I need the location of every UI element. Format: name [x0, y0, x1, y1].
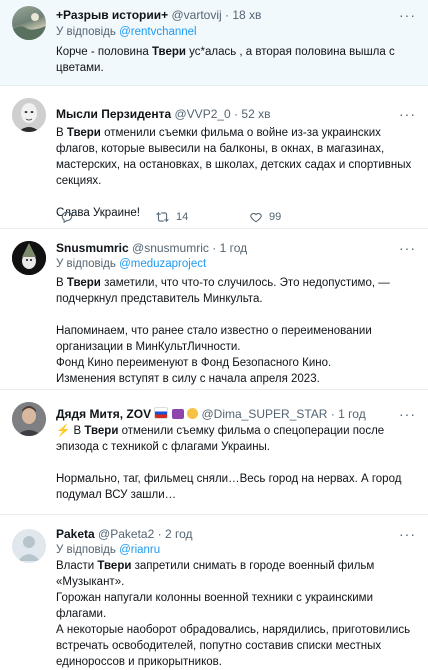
avatar[interactable]	[12, 6, 46, 40]
author-handle[interactable]: @vartovij	[171, 8, 221, 22]
author-handle[interactable]: @snusmumric	[132, 241, 209, 255]
timestamp[interactable]: 1 год	[220, 241, 248, 255]
reply-context: У відповідь @rianru	[56, 543, 160, 558]
reply-prefix: У відповідь	[56, 258, 116, 270]
reply-prefix: У відповідь	[56, 544, 116, 556]
default-avatar-icon	[12, 529, 46, 563]
reply-to-link[interactable]: @rianru	[119, 544, 160, 556]
timestamp[interactable]: 18 хв	[232, 8, 261, 22]
timestamp[interactable]: 2 год	[165, 527, 193, 541]
om-symbol-icon	[171, 409, 184, 419]
tweet-paragraph: Фонд Кино переименуют в Фонд Безопасного…	[56, 357, 332, 369]
tweet-paragraph: В Твери заметили, что что-то случилось. …	[56, 277, 390, 305]
tweet-text: В Твери отменили съемки фильма о войне и…	[56, 125, 418, 221]
author-name[interactable]: Snusmumric	[56, 241, 129, 255]
tweet-paragraph: Власти Твери запретили снимать в городе …	[56, 560, 375, 588]
avatar-image	[12, 13, 46, 40]
tweet-header: Snusmumric @snusmumric · 1 год	[56, 241, 248, 255]
avatar-image	[12, 98, 46, 132]
tweet-paragraph: В Твери отменили съемки фильма о войне и…	[56, 127, 412, 187]
avatar-image	[12, 402, 46, 436]
tweet-text: В Твери заметили, что что-то случилось. …	[56, 275, 418, 387]
tweet-text: Корче - половина Твери ус*алась , а втор…	[56, 44, 418, 76]
cat-face-icon	[187, 408, 199, 419]
more-horizontal-icon[interactable]: ···	[399, 8, 416, 22]
author-name[interactable]: Paketa	[56, 527, 95, 541]
tweet-paragraph: Корче - половина Твери ус*алась , а втор…	[56, 46, 395, 74]
author-name[interactable]: +Разрыв истории+	[56, 8, 168, 22]
author-handle[interactable]: @Paketa2	[98, 527, 154, 541]
author-handle[interactable]: @VVP2_0	[175, 107, 231, 121]
russian-flag-icon	[154, 407, 169, 419]
retweet-button[interactable]: 14	[155, 210, 188, 224]
avatar[interactable]	[12, 98, 46, 132]
reply-icon	[61, 211, 73, 224]
tweet-paragraph: Нормально, таг, фильмец сняли…Весь город…	[56, 473, 402, 501]
tweet-vartovij[interactable]: +Разрыв истории+ @vartovij · 18 хв ··· У…	[0, 0, 428, 85]
tweet-actions: 14 99	[56, 210, 356, 226]
tweet-paragraph: Изменения вступят в силу с начала апреля…	[56, 373, 320, 385]
reply-button[interactable]	[60, 210, 80, 224]
more-horizontal-icon[interactable]: ···	[399, 407, 416, 421]
more-horizontal-icon[interactable]: ···	[399, 241, 416, 255]
more-horizontal-icon[interactable]: ···	[399, 527, 416, 541]
tweet-paketa[interactable]: Paketa @Paketa2 · 2 год ··· У відповідь …	[0, 515, 428, 668]
retweet-icon	[155, 211, 170, 223]
reply-context: У відповідь @rentvchannel	[56, 25, 197, 40]
reply-prefix: У відповідь	[56, 26, 116, 38]
tweet-header: +Разрыв истории+ @vartovij · 18 хв	[56, 8, 262, 22]
tweet-text: ⚡ В Твери отменили съемку фильма о спецо…	[56, 423, 418, 503]
tweet-vvp2[interactable]: Мысли Перзидента @VVP2_0 · 52 хв ··· В Т…	[0, 86, 428, 228]
avatar[interactable]	[12, 529, 46, 563]
tweet-header: Мысли Перзидента @VVP2_0 · 52 хв	[56, 107, 271, 121]
author-handle[interactable]: @Dima_SUPER_STAR	[201, 407, 327, 421]
tweet-paragraph: ⚡ В Твери отменили съемку фильма о спецо…	[56, 425, 385, 453]
retweet-count: 14	[176, 211, 189, 223]
like-count: 99	[269, 211, 282, 223]
avatar[interactable]	[12, 402, 46, 436]
tweet-header: Paketa @Paketa2 · 2 год	[56, 527, 193, 541]
tweet-header: Дядя Митя, ZOV @Dima_SUPER_STAR · 1 год	[56, 407, 366, 421]
reply-context: У відповідь @meduzaproject	[56, 257, 206, 272]
tweet-paragraph: А некоторые наоборот обрадовались, наряд…	[56, 624, 411, 668]
tweet-dima[interactable]: Дядя Митя, ZOV @Dima_SUPER_STAR · 1 год …	[0, 390, 428, 514]
reply-to-link[interactable]: @rentvchannel	[119, 26, 197, 38]
timestamp[interactable]: 1 год	[338, 407, 366, 421]
author-name[interactable]: Мысли Перзидента	[56, 107, 171, 121]
timestamp[interactable]: 52 хв	[241, 107, 270, 121]
more-horizontal-icon[interactable]: ···	[399, 107, 416, 121]
tweet-text: Власти Твери запретили снимать в городе …	[56, 558, 418, 670]
tweet-snusmumric[interactable]: Snusmumric @snusmumric · 1 год ··· У від…	[0, 229, 428, 389]
avatar-image	[12, 241, 46, 275]
tweet-paragraph: Напоминаем, что ранее стало известно о п…	[56, 325, 372, 353]
author-name[interactable]: Дядя Митя, ZOV	[56, 407, 151, 421]
like-button[interactable]: 99	[249, 210, 281, 224]
heart-icon	[250, 212, 262, 223]
avatar[interactable]	[12, 241, 46, 275]
tweet-paragraph: Горожан напугали колонны военной техники…	[56, 592, 374, 620]
reply-to-link[interactable]: @meduzaproject	[119, 258, 206, 270]
